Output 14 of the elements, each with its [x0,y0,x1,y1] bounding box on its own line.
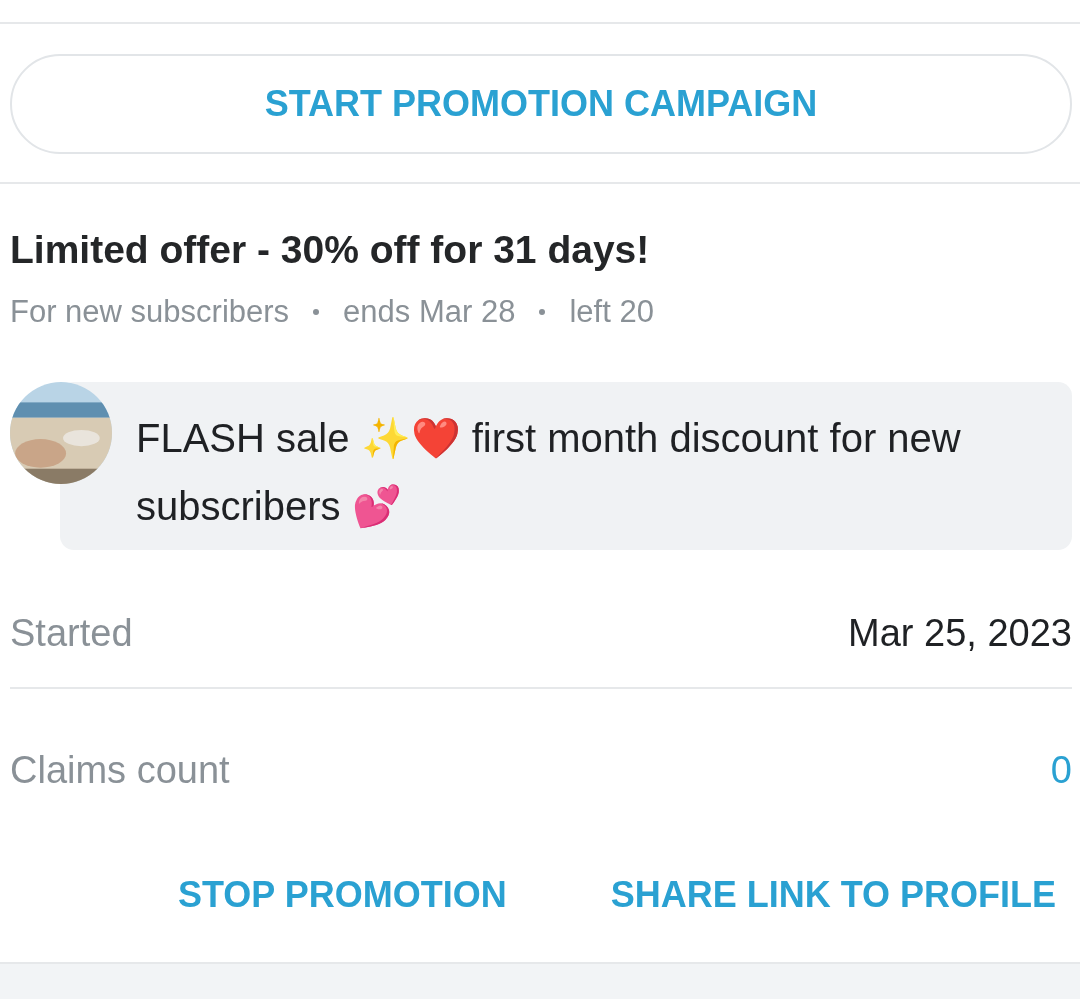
separator-dot-icon [539,309,546,315]
offer-detail: ends Mar 28 [343,294,516,330]
detail-label: Claims count [10,749,230,792]
offer-detail: For new subscribers [10,294,290,330]
stop-promotion-button[interactable]: STOP PROMOTION [177,874,507,916]
offer-title: Limited offer - 30% off for 31 days! [10,228,651,272]
offer-detail: left 20 [569,294,654,330]
detail-value: 0 [1050,749,1072,792]
detail-label: Started [10,612,133,655]
detail-value: Mar 25, 2023 [848,612,1072,655]
start-campaign-button[interactable]: START PROMOTION CAMPAIGN [10,54,1072,154]
message-text: FLASH sale ✨❤ first month discount for new subscribers 💕 [136,416,961,528]
share-link-button[interactable]: SHARE LINK TO PROFILE [610,874,1056,916]
separator-dot-icon [313,309,320,315]
